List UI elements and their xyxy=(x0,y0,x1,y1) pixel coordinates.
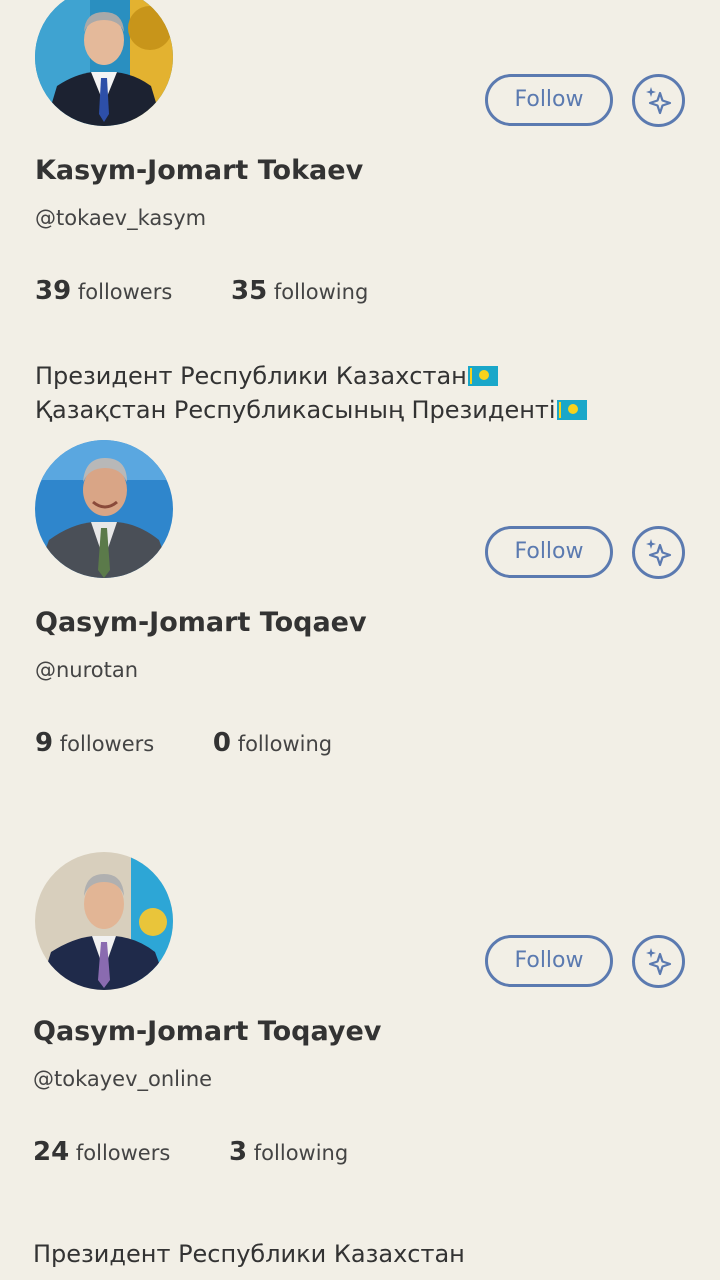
following-count: 35 xyxy=(231,276,268,306)
profile-stats: 9 followers 0 following xyxy=(35,728,332,758)
followers-label: followers xyxy=(77,280,173,304)
following-count: 0 xyxy=(212,728,231,758)
sparkle-icon xyxy=(646,87,672,115)
sparkle-icon xyxy=(646,539,672,567)
profile-handle: @nurotan xyxy=(35,658,139,682)
bio-line: Президент Республики Казахстан xyxy=(35,362,498,390)
following-label: following xyxy=(253,1141,349,1165)
kazakhstan-flag-icon xyxy=(556,400,587,420)
profile-name[interactable]: Kasym-Jomart Tokaev xyxy=(35,155,363,186)
sparkle-button[interactable] xyxy=(632,74,685,127)
follow-button[interactable]: Follow xyxy=(485,526,613,578)
profile-handle: @tokayev_online xyxy=(33,1067,213,1091)
following-label: following xyxy=(273,280,369,304)
bio-line: Қазақстан Республикасының Президенті xyxy=(35,396,587,424)
profile-name[interactable]: Qasym-Jomart Toqaev xyxy=(35,607,367,638)
sparkle-button[interactable] xyxy=(632,935,685,988)
followers-label: followers xyxy=(59,732,155,756)
followers-stat[interactable]: 9 followers xyxy=(35,728,154,758)
following-stat[interactable]: 35 following xyxy=(231,276,368,306)
sparkle-icon xyxy=(646,948,672,976)
bio-text: Президент Республики Казахстан xyxy=(35,362,467,390)
followers-stat[interactable]: 24 followers xyxy=(33,1137,170,1167)
followers-count: 9 xyxy=(35,728,54,758)
follow-button[interactable]: Follow xyxy=(485,935,613,987)
profile-stats: 24 followers 3 following xyxy=(33,1137,348,1167)
avatar[interactable] xyxy=(35,852,173,990)
following-count: 3 xyxy=(229,1137,248,1167)
followers-stat[interactable]: 39 followers xyxy=(35,276,172,306)
profile-handle: @tokaev_kasym xyxy=(35,206,207,230)
profile-name[interactable]: Qasym-Jomart Toqayev xyxy=(33,1016,381,1047)
following-stat[interactable]: 0 following xyxy=(213,728,332,758)
followers-count: 24 xyxy=(33,1137,70,1167)
following-label: following xyxy=(237,732,333,756)
kazakhstan-flag-icon xyxy=(467,366,498,386)
follow-button[interactable]: Follow xyxy=(485,74,613,126)
avatar[interactable] xyxy=(35,440,173,578)
bio-line: Президент Республики Казахстан xyxy=(33,1240,465,1268)
followers-count: 39 xyxy=(35,276,72,306)
sparkle-button[interactable] xyxy=(632,526,685,579)
profile-stats: 39 followers 35 following xyxy=(35,276,368,306)
followers-label: followers xyxy=(75,1141,171,1165)
following-stat[interactable]: 3 following xyxy=(229,1137,348,1167)
bio-text: Қазақстан Республикасының Президенті xyxy=(35,396,556,424)
avatar[interactable] xyxy=(35,0,173,126)
